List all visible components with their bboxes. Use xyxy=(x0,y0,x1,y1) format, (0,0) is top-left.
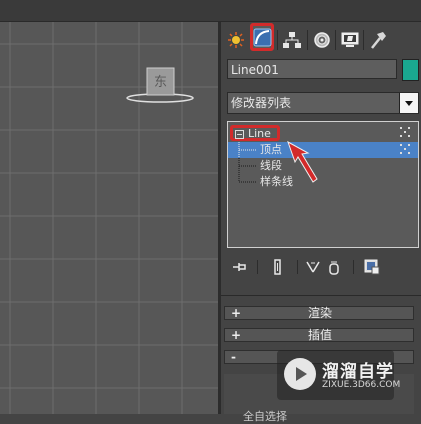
tab-separator xyxy=(363,30,364,50)
tab-hierarchy[interactable] xyxy=(279,26,305,54)
hierarchy-icon xyxy=(283,32,301,48)
tab-create[interactable] xyxy=(223,26,249,54)
stack-toolbar xyxy=(227,258,419,278)
modifier-stack[interactable]: Line 顶点 线段 样条线 xyxy=(227,121,419,248)
object-color-swatch[interactable] xyxy=(402,59,419,81)
play-logo-icon xyxy=(284,358,316,390)
tab-modify[interactable] xyxy=(250,23,274,51)
show-end-result-button[interactable] xyxy=(269,258,287,276)
make-unique-icon xyxy=(306,261,320,273)
stack-subitem-label: 顶点 xyxy=(260,143,282,156)
tab-separator xyxy=(307,30,308,50)
pin-dots-icon xyxy=(400,127,412,137)
top-menu-bar xyxy=(0,0,421,22)
viewcube[interactable]: 东 xyxy=(126,67,194,103)
watermark: 溜溜自学 ZIXUE.3D66.COM xyxy=(277,350,400,400)
toolbar-separator xyxy=(297,260,298,274)
pin-dots-icon xyxy=(400,144,412,154)
annotation-arrow-icon xyxy=(287,140,318,183)
rollout-title: 插值 xyxy=(307,328,332,342)
collapse-sign: - xyxy=(231,350,236,364)
stack-root-highlight: Line xyxy=(230,125,280,141)
chevron-down-icon[interactable] xyxy=(399,93,418,113)
toolbar-separator xyxy=(353,260,354,274)
rollout-title: 渲染 xyxy=(307,306,332,320)
modify-curve-icon xyxy=(253,28,272,47)
viewport-grid: 东 xyxy=(0,22,218,414)
rollout-interpolation[interactable]: + 插值 xyxy=(224,328,414,342)
modifier-list-dropdown[interactable]: 修改器列表 xyxy=(227,92,419,114)
tree-connector-icon xyxy=(238,158,256,174)
watermark-url: ZIXUE.3D66.COM xyxy=(322,380,401,390)
trash-icon xyxy=(329,261,339,275)
viewcube-face-label: 东 xyxy=(154,75,167,90)
command-panel-tabs xyxy=(221,23,421,58)
toolbar-separator xyxy=(257,260,258,274)
display-monitor-icon xyxy=(341,32,359,47)
end-result-icon xyxy=(274,259,281,275)
panel-divider-line xyxy=(221,295,421,296)
watermark-title: 溜溜自学 xyxy=(322,362,394,382)
viewport[interactable]: 东 xyxy=(0,22,218,414)
tree-connector-icon xyxy=(238,142,256,158)
rollout-body-text: 全自选择 xyxy=(243,410,287,423)
object-name-field[interactable]: Line001 xyxy=(227,59,397,79)
tree-connector-icon xyxy=(238,174,256,183)
configure-sets-icon xyxy=(364,259,380,275)
configure-modifier-sets-button[interactable] xyxy=(363,258,381,276)
pin-icon xyxy=(233,263,246,271)
stack-item-line[interactable]: Line xyxy=(228,125,418,141)
remove-modifier-button[interactable] xyxy=(325,258,343,276)
tab-motion[interactable] xyxy=(309,26,335,54)
tab-utilities[interactable] xyxy=(365,26,391,54)
tab-separator xyxy=(277,30,278,50)
collapse-icon[interactable] xyxy=(235,129,244,139)
motion-icon xyxy=(314,32,330,48)
tab-display[interactable] xyxy=(337,26,363,54)
stack-subitem-label: 线段 xyxy=(260,159,282,172)
make-unique-button[interactable] xyxy=(305,258,323,276)
rollout-rendering[interactable]: + 渲染 xyxy=(224,306,414,320)
utilities-hammer-icon xyxy=(371,32,386,49)
stack-root-label: Line xyxy=(248,127,271,140)
modifier-list-label: 修改器列表 xyxy=(231,96,292,110)
sun-icon xyxy=(228,32,244,48)
pin-stack-button[interactable] xyxy=(231,258,249,276)
tab-separator xyxy=(335,30,336,50)
